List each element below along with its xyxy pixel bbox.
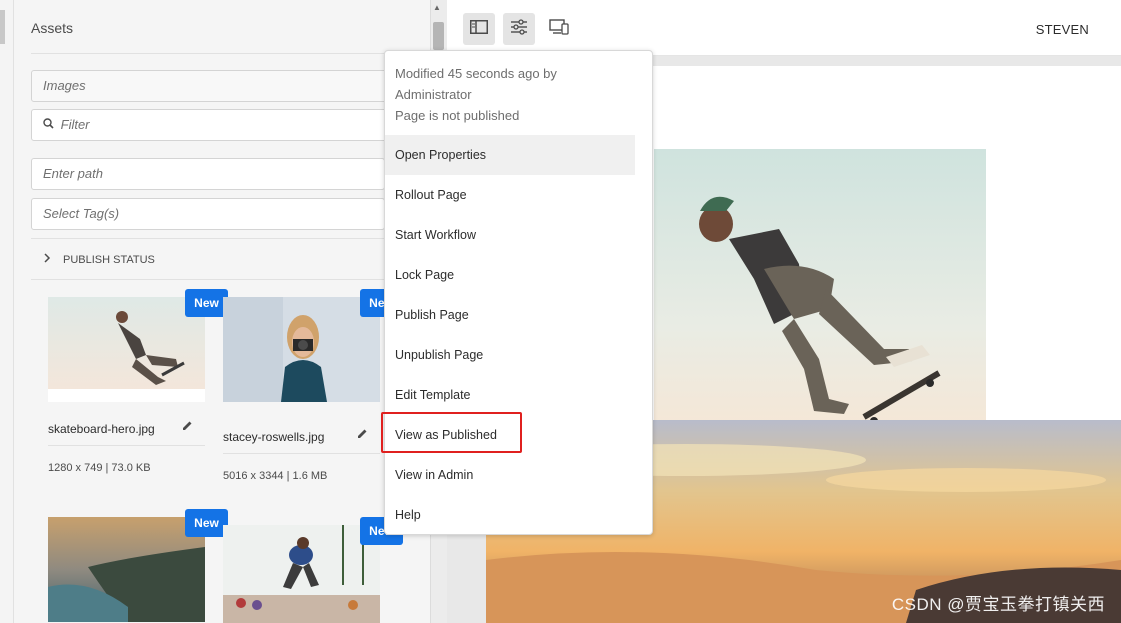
new-badge: New — [185, 509, 228, 537]
asset-name: stacey-roswells.jpg — [223, 430, 325, 444]
highlight-box — [381, 412, 522, 453]
left-rail — [0, 0, 14, 623]
pencil-icon[interactable] — [357, 428, 368, 442]
filter-placeholder: Filter — [60, 117, 90, 132]
side-panel-button[interactable] — [463, 13, 495, 45]
publish-status-toggle[interactable]: PUBLISH STATUS — [31, 248, 413, 270]
menu-item-start-workflow[interactable]: Start Workflow — [385, 215, 635, 255]
modified-text: Modified 45 seconds ago by — [395, 66, 557, 81]
page-info-popover: Modified 45 seconds ago by Administrator… — [384, 50, 653, 535]
path-input[interactable]: Enter path — [31, 158, 385, 190]
divider — [31, 53, 413, 54]
skateboard-hero-image[interactable] — [654, 149, 986, 446]
page-info: Modified 45 seconds ago by Administrator… — [395, 63, 635, 126]
menu-item-unpublish-page[interactable]: Unpublish Page — [385, 335, 635, 375]
menu-item-edit-template[interactable]: Edit Template — [385, 375, 635, 415]
new-badge: New — [185, 289, 228, 317]
menu-item-lock-page[interactable]: Lock Page — [385, 255, 635, 295]
menu-item-view-in-admin[interactable]: View in Admin — [385, 455, 635, 495]
asset-thumbnail — [223, 297, 380, 402]
page-properties-icon — [510, 18, 528, 40]
pencil-icon[interactable] — [182, 420, 193, 434]
side-panel-icon — [470, 19, 488, 39]
tags-placeholder: Select Tag(s) — [43, 206, 120, 221]
divider — [223, 453, 380, 454]
asset-thumbnail — [48, 517, 205, 622]
chevron-right-icon — [43, 248, 57, 270]
emulator-icon — [549, 18, 569, 40]
scroll-thumb[interactable] — [433, 22, 444, 50]
menu-item-open-properties[interactable]: Open Properties — [385, 135, 635, 175]
asset-meta: 1280 x 749 | 73.0 KB — [48, 462, 151, 474]
rail-tab[interactable] — [0, 10, 5, 44]
menu-item-rollout-page[interactable]: Rollout Page — [385, 175, 635, 215]
asset-card[interactable]: New stacey-roswells.jpg 5016 x 3344 | 1.… — [223, 289, 403, 497]
tags-input[interactable]: Select Tag(s) — [31, 198, 385, 230]
watermark: CSDN @贾宝玉拳打镇关西 — [891, 595, 1105, 614]
publish-status-text: Page is not published — [395, 108, 520, 123]
menu-item-publish-page[interactable]: Publish Page — [385, 295, 635, 335]
emulator-button[interactable] — [543, 13, 575, 45]
divider — [31, 238, 413, 239]
menu-item-help[interactable]: Help — [385, 495, 635, 535]
modified-by-text: Administrator — [395, 87, 472, 102]
asset-thumbnail — [223, 525, 380, 623]
publish-status-label: PUBLISH STATUS — [63, 254, 155, 266]
asset-thumbnail — [48, 297, 205, 402]
path-placeholder: Enter path — [43, 166, 103, 181]
editor-toolbar: STEVEN — [447, 0, 1121, 56]
assets-panel: Assets Images Filter Enter path Select T… — [14, 0, 430, 623]
asset-card[interactable]: New — [223, 517, 403, 623]
asset-card[interactable]: New skateboard-hero.jpg 1280 x 749 | 73.… — [48, 289, 228, 497]
page-properties-button[interactable] — [503, 13, 535, 45]
scroll-up-icon[interactable]: ▲ — [433, 3, 441, 12]
filter-input[interactable]: Filter — [31, 109, 413, 141]
asset-meta: 5016 x 3344 | 1.6 MB — [223, 470, 328, 482]
panel-title: Assets — [31, 20, 74, 36]
user-name[interactable]: STEVEN — [1036, 22, 1089, 37]
asset-type-select[interactable]: Images — [31, 70, 413, 102]
asset-name: skateboard-hero.jpg — [48, 422, 155, 436]
divider — [48, 445, 205, 446]
asset-card[interactable]: New — [48, 509, 228, 623]
editor-app: Assets Images Filter Enter path Select T… — [0, 0, 1121, 623]
divider — [31, 279, 413, 280]
search-icon — [43, 110, 57, 140]
asset-type-value: Images — [43, 78, 86, 93]
